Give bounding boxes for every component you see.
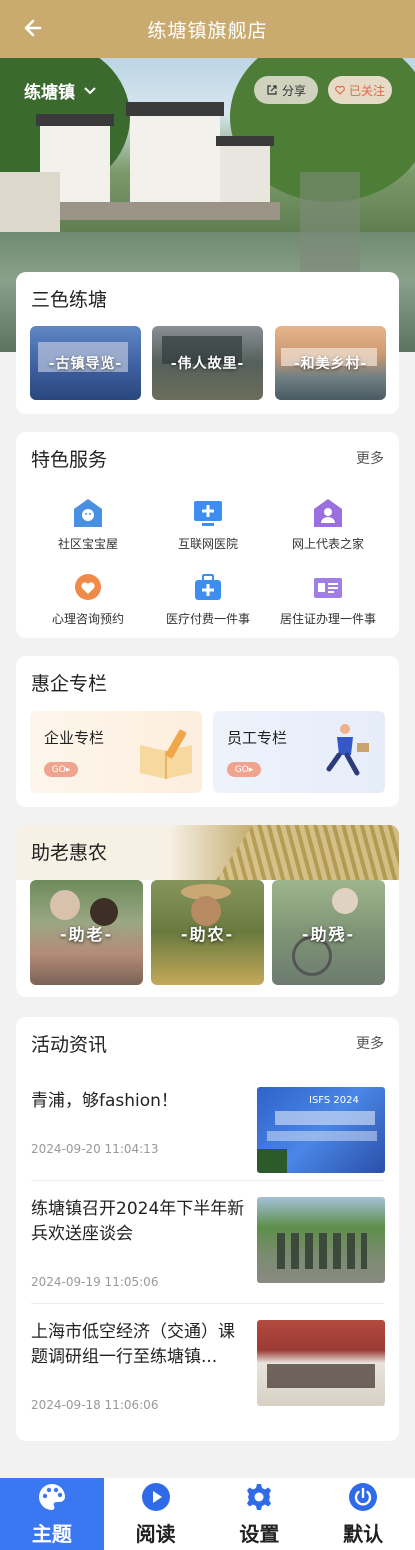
tab-label: 阅读 xyxy=(135,1521,176,1546)
representative-home-icon xyxy=(314,499,342,527)
service-residence-permit[interactable]: 居住证办理一件事 xyxy=(264,572,392,627)
thumb-label: -伟人故里- xyxy=(170,356,245,372)
news-item-image xyxy=(257,1320,385,1406)
business-title: 惠企专栏 xyxy=(31,673,108,695)
services-more-link[interactable]: 更多 xyxy=(356,448,384,468)
heart-consult-icon xyxy=(75,574,101,600)
news-item-image: ISFS 2024 xyxy=(257,1087,385,1173)
service-medical-payment[interactable]: 医疗付费一件事 xyxy=(144,572,272,627)
gear-icon xyxy=(247,1483,272,1510)
share-icon xyxy=(267,85,277,95)
news-item-date: 2024-09-20 11:04:13 xyxy=(31,1142,159,1156)
share-label: 分享 xyxy=(281,83,306,98)
service-label: 心理咨询预约 xyxy=(51,612,124,626)
tab-default[interactable]: 默认 xyxy=(311,1478,415,1550)
thumb-beautiful-village[interactable]: -和美乡村- xyxy=(275,326,386,400)
internet-hospital-icon xyxy=(194,501,222,526)
thumb-label: -和美乡村- xyxy=(293,356,368,372)
business-card: 惠企专栏 企业专栏 GO ▸ 员工专栏 GO ▸ xyxy=(16,656,399,807)
go-badge: GO ▸ xyxy=(227,762,261,777)
news-item-title: 青浦，够fashion！ xyxy=(31,1091,178,1111)
enterprise-column[interactable]: 企业专栏 GO ▸ xyxy=(30,711,202,793)
back-arrow-icon[interactable] xyxy=(20,14,48,42)
service-label: 居住证办理一件事 xyxy=(279,612,376,626)
biz-label: 企业专栏 xyxy=(44,729,105,747)
service-baby-house[interactable]: 社区宝宝屋 xyxy=(24,497,152,552)
heart-outline-icon xyxy=(335,85,345,95)
tab-settings[interactable]: 设置 xyxy=(208,1478,312,1550)
help-label: -助老- xyxy=(59,924,114,944)
news-divider xyxy=(31,1180,384,1181)
service-label: 互联网医院 xyxy=(177,537,238,551)
tab-label: 主题 xyxy=(31,1521,72,1546)
go-badge: GO ▸ xyxy=(44,762,78,777)
tab-theme[interactable]: 主题 xyxy=(0,1478,104,1550)
thumb-great-man-hometown[interactable]: -伟人故里- xyxy=(152,326,263,400)
news-card: 活动资讯 更多 青浦，够fashion！ 2024-09-20 11:04:13… xyxy=(16,1017,399,1441)
town-selector[interactable]: 练塘镇 xyxy=(24,78,97,103)
biz-label: 员工专栏 xyxy=(227,729,288,747)
news-more-link[interactable]: 更多 xyxy=(356,1033,384,1053)
tab-read[interactable]: 阅读 xyxy=(104,1478,208,1550)
thumb-ancient-town[interactable]: -古镇导览- xyxy=(30,326,141,400)
elderly-card: 助老惠农 -助老- -助农- -助残- xyxy=(16,825,399,997)
palette-icon xyxy=(38,1483,65,1510)
power-icon xyxy=(349,1482,378,1511)
news-title: 活动资讯 xyxy=(31,1034,108,1056)
services-title: 特色服务 xyxy=(31,449,108,471)
page-title: 练塘镇旗舰店 xyxy=(147,19,268,42)
tab-label: 默认 xyxy=(343,1521,384,1546)
news-item-date: 2024-09-18 11:06:06 xyxy=(31,1398,159,1412)
follow-label: 已关注 xyxy=(348,83,385,98)
thumb-label: -古镇导览- xyxy=(48,356,123,372)
service-psych-consult[interactable]: 心理咨询预约 xyxy=(24,572,152,627)
service-internet-hospital[interactable]: 互联网医院 xyxy=(144,497,272,552)
news-divider xyxy=(31,1303,384,1304)
employee-column[interactable]: 员工专栏 GO ▸ xyxy=(213,711,385,793)
help-label: -助农- xyxy=(180,924,235,944)
chevron-down-icon xyxy=(84,86,96,94)
help-farmer-image[interactable]: -助农- xyxy=(151,880,264,985)
news-item[interactable]: 练塘镇召开2024年下半年新兵欢送座谈会 2024-09-19 11:05:06 xyxy=(31,1197,385,1307)
services-card: 特色服务 更多 社区宝宝屋 互联网医院 网上代表之家 心理咨询预约 医疗付费一件… xyxy=(16,432,399,638)
news-item-date: 2024-09-19 11:05:06 xyxy=(31,1275,159,1289)
service-label: 医疗付费一件事 xyxy=(165,612,250,626)
service-label: 社区宝宝屋 xyxy=(57,537,118,551)
play-icon xyxy=(141,1482,170,1511)
news-item-image xyxy=(257,1197,385,1283)
bottom-tab-bar: 主题 阅读 设置 默认 xyxy=(0,1478,415,1550)
service-label: 网上代表之家 xyxy=(291,537,364,551)
medical-payment-icon xyxy=(195,574,221,600)
follow-button[interactable]: 已关注 xyxy=(328,76,392,104)
elderly-title: 助老惠农 xyxy=(31,842,108,864)
book-pencil-icon xyxy=(140,729,192,779)
service-representative-home[interactable]: 网上代表之家 xyxy=(264,497,392,552)
town-name: 练塘镇 xyxy=(24,83,75,103)
news-item-title: 练塘镇召开2024年下半年新兵欢送座谈会 xyxy=(31,1199,245,1244)
baby-house-icon xyxy=(74,499,102,527)
running-worker-icon xyxy=(326,724,369,776)
news-image-text: ISFS 2024 xyxy=(309,1095,359,1106)
help-label: -助残- xyxy=(301,924,356,944)
top-bar: 练塘镇旗舰店 xyxy=(0,0,415,58)
share-button[interactable]: 分享 xyxy=(254,76,318,104)
tab-label: 设置 xyxy=(239,1521,280,1546)
residence-permit-icon xyxy=(314,578,342,598)
help-elderly-image[interactable]: -助老- xyxy=(30,880,143,985)
sanse-title: 三色练塘 xyxy=(31,289,108,311)
sanse-card: 三色练塘 -古镇导览- -伟人故里- -和美乡村- xyxy=(16,272,399,414)
news-item-title: 上海市低空经济（交通）课题调研组一行至练塘镇... xyxy=(31,1322,235,1367)
news-item[interactable]: 上海市低空经济（交通）课题调研组一行至练塘镇... 2024-09-18 11:… xyxy=(31,1320,385,1430)
help-disabled-image[interactable]: -助残- xyxy=(272,880,385,985)
